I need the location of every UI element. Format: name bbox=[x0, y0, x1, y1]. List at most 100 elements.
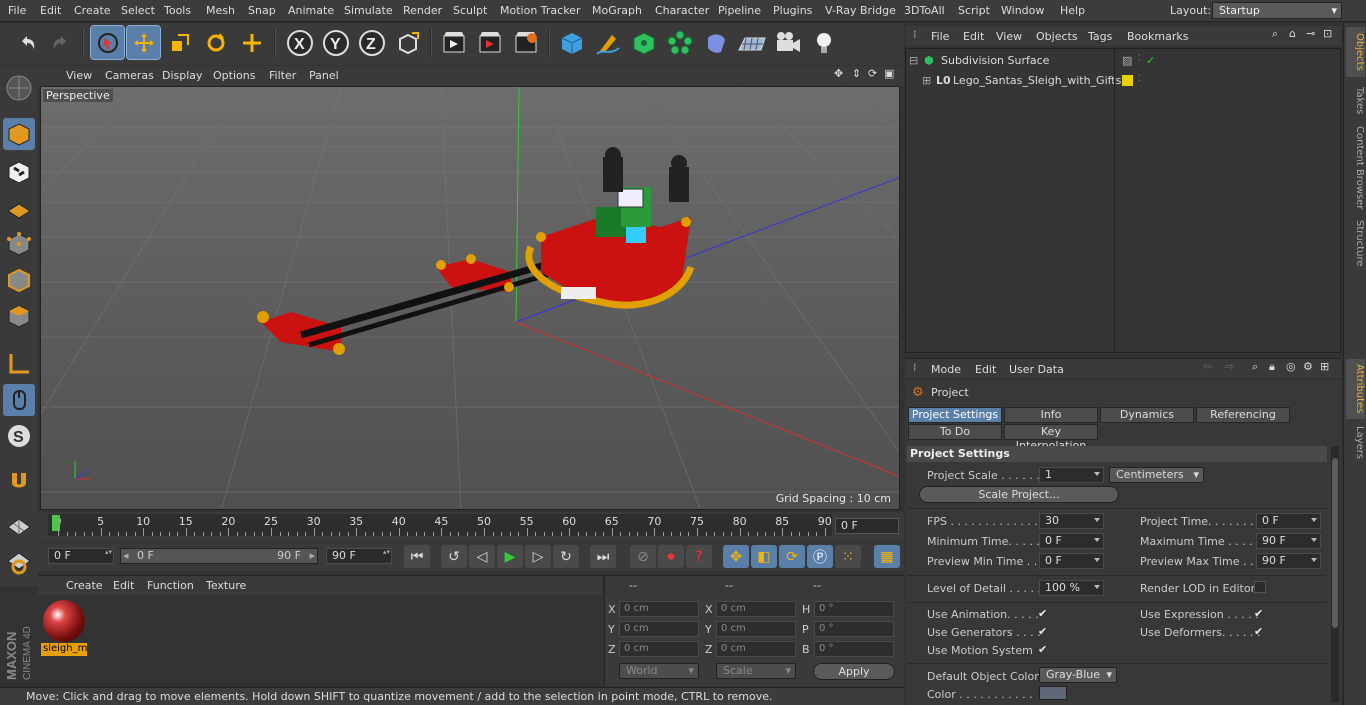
layer-icon[interactable]: ▨ bbox=[1122, 54, 1132, 67]
back-arrow-icon[interactable]: ⇦ bbox=[1203, 360, 1212, 373]
side-tab-layers[interactable]: Layers bbox=[1346, 423, 1365, 463]
camera-icon[interactable] bbox=[771, 26, 804, 59]
play-icon[interactable]: ▶ bbox=[497, 545, 523, 568]
viewport-move-icon[interactable]: ✥ bbox=[834, 67, 843, 80]
search-icon[interactable]: ⌕ bbox=[1272, 27, 1278, 41]
filter-icon[interactable]: ⊸ bbox=[1306, 27, 1315, 40]
side-tab-structure[interactable]: Structure bbox=[1346, 215, 1365, 271]
move-icon[interactable] bbox=[126, 25, 161, 60]
z-axis-icon[interactable]: Z bbox=[355, 26, 388, 59]
end-frame-field[interactable]: 90 F bbox=[326, 548, 392, 564]
target-icon[interactable]: ◎ bbox=[1286, 360, 1296, 373]
snap-icon[interactable] bbox=[3, 466, 35, 498]
obj-menu-bookmarks[interactable]: Bookmarks bbox=[1127, 30, 1188, 43]
model-mode-icon[interactable] bbox=[3, 118, 35, 150]
light-icon[interactable] bbox=[807, 26, 840, 59]
tab-dynamics[interactable]: Dynamics bbox=[1100, 407, 1194, 423]
new-panel-icon[interactable]: ⊞ bbox=[1320, 360, 1329, 373]
last-tool-icon[interactable] bbox=[235, 26, 268, 59]
menu-plugins[interactable]: Plugins bbox=[773, 4, 812, 17]
go-to-start-icon[interactable]: ⏮ bbox=[404, 545, 430, 568]
rot-h-field[interactable]: 0 ° bbox=[814, 601, 894, 617]
fps-field[interactable]: 30 bbox=[1039, 513, 1104, 529]
menu-help[interactable]: Help bbox=[1060, 4, 1085, 17]
edit-render-settings-icon[interactable] bbox=[509, 26, 542, 59]
deformer-icon[interactable] bbox=[699, 26, 732, 59]
menu-create[interactable]: Create bbox=[74, 4, 111, 17]
project-scale-unit-dropdown[interactable]: Centimeters bbox=[1109, 467, 1204, 483]
record-pla-icon[interactable]: ⁙ bbox=[835, 545, 861, 568]
scrollbar-thumb[interactable] bbox=[1332, 458, 1338, 628]
previous-key-icon[interactable]: ↺ bbox=[441, 545, 467, 568]
menu-vray-bridge[interactable]: V-Ray Bridge bbox=[825, 4, 896, 17]
menu-select[interactable]: Select bbox=[121, 4, 155, 17]
visibility-dots-icon[interactable]: ⁚ bbox=[1138, 54, 1141, 64]
menu-window[interactable]: Window bbox=[1001, 4, 1044, 17]
keyframe-selection-icon[interactable]: ? bbox=[686, 545, 712, 568]
y-axis-icon[interactable]: Y bbox=[319, 26, 352, 59]
visibility-dots-icon[interactable]: ⁚ bbox=[1138, 74, 1141, 84]
tab-info[interactable]: Info bbox=[1004, 407, 1098, 423]
min-time-field[interactable]: 0 F bbox=[1039, 533, 1104, 549]
perspective-viewport[interactable]: Perspective Grid Spacing : 10 cm bbox=[40, 86, 900, 510]
project-time-field[interactable]: 0 F bbox=[1256, 513, 1321, 529]
tweak-mode-icon[interactable] bbox=[3, 384, 35, 416]
layer-color-swatch[interactable] bbox=[1122, 75, 1133, 86]
points-mode-icon[interactable] bbox=[3, 228, 35, 260]
menu-pipeline[interactable]: Pipeline bbox=[718, 4, 761, 17]
axis-mode-icon[interactable] bbox=[3, 348, 35, 380]
side-tab-objects[interactable]: Objects bbox=[1346, 27, 1365, 77]
attr-menu-edit[interactable]: Edit bbox=[975, 363, 996, 376]
viewport-menu-display[interactable]: Display bbox=[162, 69, 203, 82]
record-active-objects-icon[interactable]: ⊘ bbox=[630, 545, 656, 568]
pen-icon[interactable] bbox=[591, 26, 624, 59]
pos-y-field[interactable]: 0 cm bbox=[619, 621, 699, 637]
previous-frame-icon[interactable]: ◁ bbox=[469, 545, 495, 568]
timeline-window-icon[interactable]: ▦ bbox=[874, 545, 900, 568]
pos-z-field[interactable]: 0 cm bbox=[619, 641, 699, 657]
menu-snap[interactable]: Snap bbox=[248, 4, 276, 17]
start-frame-field[interactable]: 0 F bbox=[48, 548, 114, 564]
rot-p-field[interactable]: 0 ° bbox=[814, 621, 894, 637]
obj-menu-view[interactable]: View bbox=[996, 30, 1022, 43]
attr-menu-user-data[interactable]: User Data bbox=[1009, 363, 1064, 376]
rotate-icon[interactable] bbox=[199, 26, 232, 59]
search-icon[interactable]: ⌕ bbox=[1252, 360, 1258, 374]
color-swatch[interactable] bbox=[1039, 686, 1067, 700]
texture-mode-icon[interactable] bbox=[3, 156, 35, 188]
layout-select[interactable]: Startup bbox=[1212, 2, 1342, 19]
max-time-field[interactable]: 90 F bbox=[1256, 533, 1321, 549]
cloner-icon[interactable] bbox=[663, 26, 696, 59]
workplane-icon[interactable] bbox=[3, 192, 35, 224]
timeline-ruler[interactable]: 051015202530354045505560657075808590 bbox=[48, 514, 832, 536]
use-generators-checkbox[interactable]: ✔ bbox=[1038, 626, 1050, 638]
tree-collapse-icon[interactable]: ⊟ bbox=[909, 54, 918, 67]
rot-b-field[interactable]: 0 ° bbox=[814, 641, 894, 657]
edges-mode-icon[interactable] bbox=[3, 264, 35, 296]
autokeying-icon[interactable]: ⏺ bbox=[658, 545, 684, 568]
coord-mode-dropdown[interactable]: Scale bbox=[716, 663, 796, 679]
render-lod-checkbox[interactable] bbox=[1254, 581, 1266, 593]
locked-workplane-icon[interactable] bbox=[3, 546, 35, 578]
obj-menu-file[interactable]: File bbox=[931, 30, 949, 43]
side-tab-attributes[interactable]: Attributes bbox=[1346, 359, 1365, 419]
menu-render[interactable]: Render bbox=[403, 4, 442, 17]
size-z-field[interactable]: 0 cm bbox=[716, 641, 796, 657]
tab-key-interpolation[interactable]: Key Interpolation bbox=[1004, 424, 1098, 452]
timeline-playhead[interactable] bbox=[52, 515, 60, 531]
make-editable-icon[interactable] bbox=[3, 72, 35, 104]
polygons-mode-icon[interactable] bbox=[3, 300, 35, 332]
viewport-menu-view[interactable]: View bbox=[66, 69, 92, 82]
viewport-menu-filter[interactable]: Filter bbox=[269, 69, 296, 82]
project-scale-field[interactable]: 1 bbox=[1039, 467, 1104, 483]
forward-arrow-icon[interactable]: ⇨ bbox=[1225, 360, 1234, 373]
settings-icon[interactable]: ⚙ bbox=[1303, 360, 1313, 373]
menu-simulate[interactable]: Simulate bbox=[344, 4, 393, 17]
viewport-menu-panel[interactable]: Panel bbox=[309, 69, 339, 82]
attr-menu-mode[interactable]: Mode bbox=[931, 363, 961, 376]
preview-range-slider[interactable]: ◂ 0 F 90 F ▸ bbox=[120, 548, 318, 564]
viewport-maximize-icon[interactable]: ▣ bbox=[884, 67, 894, 80]
size-x-field[interactable]: 0 cm bbox=[716, 601, 796, 617]
menu-sculpt[interactable]: Sculpt bbox=[453, 4, 487, 17]
lod-field[interactable]: 100 % bbox=[1039, 580, 1104, 596]
